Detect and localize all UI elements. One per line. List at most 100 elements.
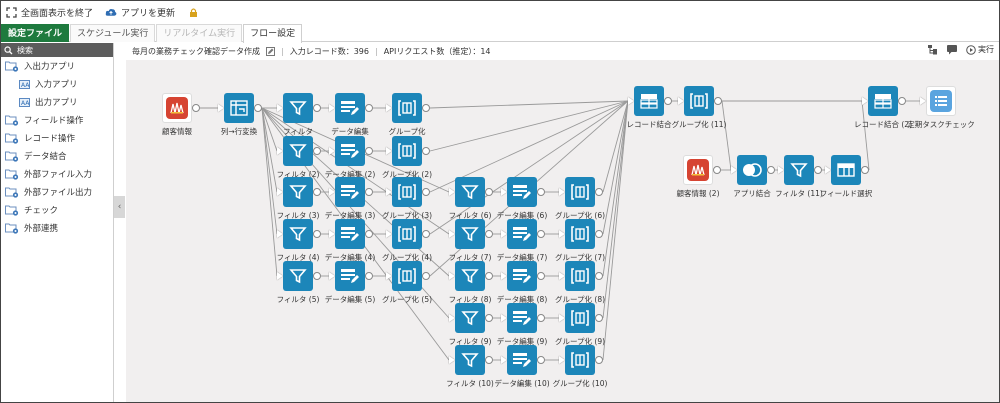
- output-port[interactable]: [365, 104, 373, 112]
- run-button[interactable]: 実行: [966, 44, 994, 55]
- input-port[interactable]: [329, 230, 335, 238]
- output-port[interactable]: [422, 188, 430, 196]
- sidebar-item[interactable]: 入出力アプリ: [1, 57, 113, 75]
- input-port[interactable]: [559, 272, 565, 280]
- output-port[interactable]: [485, 356, 493, 364]
- output-port[interactable]: [365, 230, 373, 238]
- exit-fullscreen-button[interactable]: 全画面表示を終了: [21, 6, 93, 19]
- output-port[interactable]: [713, 166, 721, 174]
- sidebar-collapse-button[interactable]: ‹: [114, 196, 125, 218]
- tree-icon[interactable]: [927, 44, 938, 55]
- flow-node-filter[interactable]: [784, 155, 814, 185]
- input-port[interactable]: [277, 188, 283, 196]
- input-port[interactable]: [329, 147, 335, 155]
- input-port[interactable]: [559, 188, 565, 196]
- output-port[interactable]: [767, 166, 775, 174]
- input-port[interactable]: [386, 188, 392, 196]
- output-port[interactable]: [313, 230, 321, 238]
- input-port[interactable]: [501, 188, 507, 196]
- output-port[interactable]: [422, 230, 430, 238]
- flow-node-filter[interactable]: [283, 219, 313, 249]
- input-port[interactable]: [449, 314, 455, 322]
- edit-icon[interactable]: [266, 46, 275, 56]
- flow-node-edit[interactable]: [335, 261, 365, 291]
- input-port[interactable]: [277, 147, 283, 155]
- flow-canvas[interactable]: 顧客情報 列→行変換 フィルタ データ編集 グループ化 フィルタ (2) データ編集 (2)…: [126, 60, 999, 402]
- sidebar-item[interactable]: 外部ファイル出力: [1, 183, 113, 201]
- input-port[interactable]: [329, 188, 335, 196]
- input-port[interactable]: [920, 97, 926, 105]
- flow-node-filter[interactable]: [283, 136, 313, 166]
- input-port[interactable]: [778, 166, 784, 174]
- input-port[interactable]: [862, 97, 868, 105]
- flow-node-group[interactable]: [392, 93, 422, 123]
- tab-flow-settings[interactable]: フロー設定: [243, 24, 303, 43]
- output-port[interactable]: [365, 147, 373, 155]
- output-port[interactable]: [485, 314, 493, 322]
- output-port[interactable]: [537, 230, 545, 238]
- search-input[interactable]: 検索: [17, 45, 33, 56]
- output-port[interactable]: [365, 272, 373, 280]
- flow-node-edit[interactable]: [335, 136, 365, 166]
- input-port[interactable]: [628, 97, 634, 105]
- input-port[interactable]: [559, 356, 565, 364]
- input-port[interactable]: [501, 356, 507, 364]
- flow-node-group[interactable]: [565, 177, 595, 207]
- flow-node-merge[interactable]: [634, 86, 664, 116]
- flow-node-group[interactable]: [392, 261, 422, 291]
- flow-node-group[interactable]: [392, 136, 422, 166]
- input-port[interactable]: [501, 314, 507, 322]
- output-port[interactable]: [664, 97, 672, 105]
- output-port[interactable]: [537, 272, 545, 280]
- output-port[interactable]: [595, 314, 603, 322]
- exit-fullscreen-icon[interactable]: [5, 6, 17, 18]
- flow-node-filter[interactable]: [283, 177, 313, 207]
- input-port[interactable]: [329, 104, 335, 112]
- cloud-upload-icon[interactable]: [105, 6, 117, 18]
- comment-icon[interactable]: [946, 44, 958, 55]
- output-port[interactable]: [485, 230, 493, 238]
- input-port[interactable]: [218, 104, 224, 112]
- flow-node-group[interactable]: [392, 177, 422, 207]
- input-port[interactable]: [559, 230, 565, 238]
- sidebar-search[interactable]: 検索: [1, 43, 113, 57]
- output-port[interactable]: [254, 104, 262, 112]
- flow-node-group[interactable]: [565, 303, 595, 333]
- output-port[interactable]: [898, 97, 906, 105]
- output-port[interactable]: [537, 314, 545, 322]
- flow-node-filter[interactable]: [283, 261, 313, 291]
- output-port[interactable]: [814, 166, 822, 174]
- input-port[interactable]: [825, 166, 831, 174]
- flow-node-filter[interactable]: [283, 93, 313, 123]
- input-port[interactable]: [449, 230, 455, 238]
- output-port[interactable]: [595, 356, 603, 364]
- flow-node-filter[interactable]: [455, 177, 485, 207]
- input-port[interactable]: [449, 188, 455, 196]
- input-port[interactable]: [449, 356, 455, 364]
- flow-node-edit[interactable]: [335, 93, 365, 123]
- sidebar-item[interactable]: フィールド操作: [1, 111, 113, 129]
- flow-node-pivot[interactable]: [224, 93, 254, 123]
- flow-node-edit[interactable]: [507, 261, 537, 291]
- input-port[interactable]: [386, 147, 392, 155]
- input-port[interactable]: [329, 272, 335, 280]
- output-port[interactable]: [485, 188, 493, 196]
- flow-node-merge[interactable]: [868, 86, 898, 116]
- output-port[interactable]: [485, 272, 493, 280]
- flow-node-group[interactable]: [392, 219, 422, 249]
- flow-node-filter[interactable]: [455, 345, 485, 375]
- flow-node-join[interactable]: [737, 155, 767, 185]
- input-port[interactable]: [678, 97, 684, 105]
- output-port[interactable]: [595, 188, 603, 196]
- output-port[interactable]: [313, 188, 321, 196]
- input-port[interactable]: [386, 230, 392, 238]
- flow-node-group[interactable]: [565, 345, 595, 375]
- flow-node-edit[interactable]: [335, 219, 365, 249]
- sidebar-item[interactable]: 外部ファイル入力: [1, 165, 113, 183]
- flow-node-edit[interactable]: [507, 303, 537, 333]
- update-app-button[interactable]: アプリを更新: [121, 6, 175, 19]
- sidebar-item[interactable]: レコード操作: [1, 129, 113, 147]
- flow-node-edit[interactable]: [335, 177, 365, 207]
- input-port[interactable]: [501, 272, 507, 280]
- tab-config-file[interactable]: 設定ファイル: [1, 24, 70, 42]
